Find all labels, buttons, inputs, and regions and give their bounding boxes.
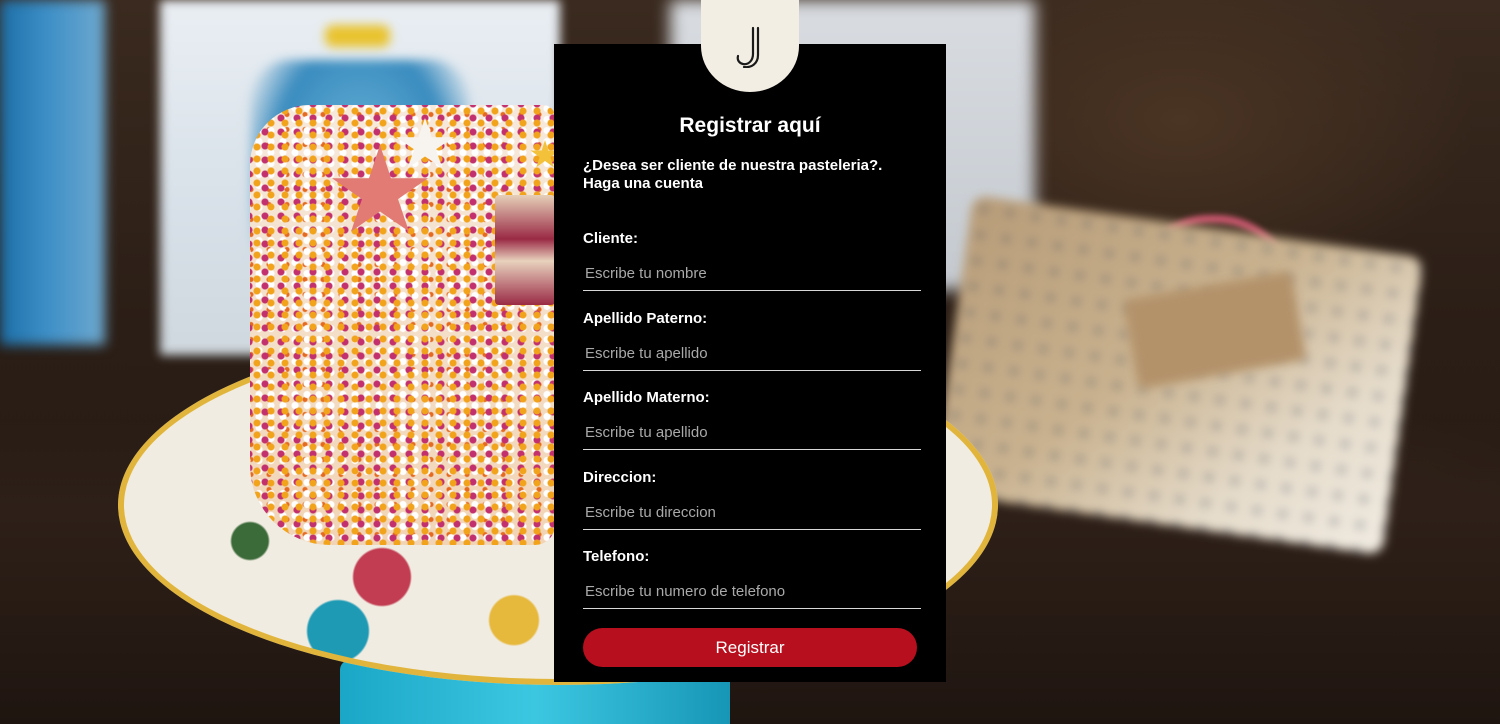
cake-inside-layers: [495, 195, 555, 305]
field-label-apellido-materno: Apellido Materno:: [583, 389, 710, 406]
apellido-materno-input[interactable]: [583, 416, 921, 450]
page-stage: Registrar aquí ¿Desea ser cliente de nue…: [0, 0, 1500, 724]
field-cliente: Cliente:: [583, 230, 921, 291]
form-title: Registrar aquí: [679, 114, 821, 137]
form-subtitle: ¿Desea ser cliente de nuestra pasteleria…: [583, 157, 922, 193]
apellido-paterno-input[interactable]: [583, 337, 921, 371]
field-label-apellido-paterno: Apellido Paterno:: [583, 310, 708, 327]
field-label-direccion: Direccion:: [583, 469, 657, 486]
cliente-input[interactable]: [583, 257, 921, 291]
field-label-telefono: Telefono:: [583, 548, 650, 565]
registration-form: Registrar aquí ¿Desea ser cliente de nue…: [554, 44, 946, 682]
direccion-input[interactable]: [583, 496, 921, 530]
form-subtitle-line-1: ¿Desea ser cliente de nuestra pasteleria…: [583, 157, 883, 174]
form-subtitle-line-2: Haga una cuenta: [583, 175, 704, 192]
cake-slice: [250, 105, 555, 545]
field-apellido-paterno: Apellido Paterno:: [583, 310, 921, 371]
background-blue-box: [0, 0, 105, 345]
field-apellido-materno: Apellido Materno:: [583, 389, 921, 450]
field-direccion: Direccion:: [583, 469, 921, 530]
field-telefono: Telefono:: [583, 548, 921, 609]
logo-badge: [701, 0, 799, 92]
field-label-cliente: Cliente:: [583, 230, 639, 247]
background-card-cap: [325, 25, 390, 47]
j-monogram-icon: [736, 26, 760, 68]
register-button[interactable]: Registrar: [583, 628, 917, 667]
telefono-input[interactable]: [583, 575, 921, 609]
